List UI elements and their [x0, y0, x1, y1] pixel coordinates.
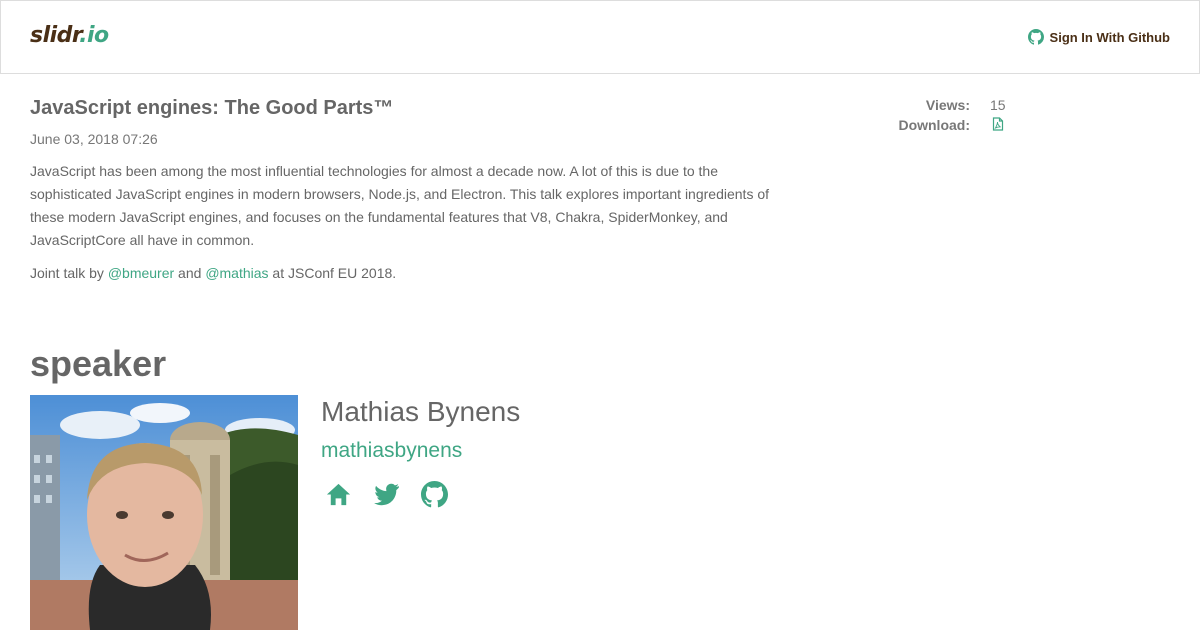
author-link-bmeurer[interactable]: @bmeurer	[108, 265, 174, 281]
pdf-file-icon	[992, 116, 1004, 131]
github-icon	[421, 481, 448, 508]
sign-in-label: Sign In With Github	[1049, 29, 1170, 45]
speaker-photo	[30, 395, 298, 630]
views-row: Views: 15	[860, 95, 1020, 115]
slidr-logo[interactable]: slidr.io	[30, 23, 109, 48]
speaker-handle-link[interactable]: mathiasbynens	[321, 439, 462, 463]
speaker-name: Mathias Bynens	[321, 396, 521, 427]
speaker-twitter-link[interactable]	[373, 481, 400, 508]
download-row: Download:	[860, 115, 1020, 135]
speaker-home-link[interactable]	[325, 481, 352, 508]
download-pdf-link[interactable]	[970, 116, 1005, 134]
views-value: 15	[990, 97, 1006, 113]
joint-prefix: Joint talk by	[30, 265, 108, 281]
top-navbar: slidr.io Sign In With Github	[0, 0, 1200, 74]
home-icon	[326, 483, 351, 506]
talk-description: JavaScript has been among the most influ…	[30, 163, 770, 248]
joint-suffix: at JSConf EU 2018.	[268, 265, 397, 281]
talk-stats: Views: 15 Download:	[860, 95, 1020, 135]
talk-joint-note: Joint talk by @bmeurer and @mathias at J…	[30, 263, 396, 283]
speaker-heading: speaker	[30, 343, 167, 384]
github-icon	[1027, 29, 1044, 45]
logo-main-text: slidr	[30, 23, 80, 48]
logo-tld-text: .io	[79, 23, 109, 48]
sign-in-github-button[interactable]: Sign In With Github	[1027, 29, 1170, 45]
views-label: Views:	[925, 97, 970, 113]
author-link-mathias[interactable]: @mathias	[205, 265, 268, 281]
speaker-links	[325, 481, 469, 508]
talk-date: June 03, 2018 07:26	[30, 131, 158, 147]
download-label: Download:	[898, 117, 970, 133]
joint-and: and	[174, 265, 206, 281]
talk-title: JavaScript engines: The Good Parts™	[30, 97, 394, 119]
speaker-github-link[interactable]	[421, 481, 448, 508]
twitter-icon	[374, 483, 399, 506]
